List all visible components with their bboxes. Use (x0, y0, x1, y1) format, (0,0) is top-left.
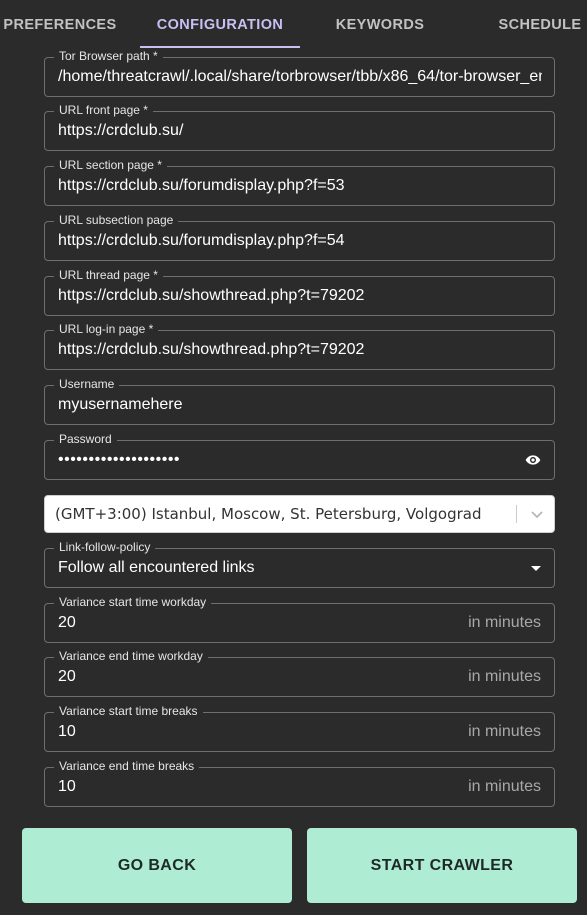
variance-start-workday-unit: in minutes (468, 614, 541, 631)
url-thread-page-input[interactable]: https://crdclub.su/showthread.php?t=7920… (58, 277, 541, 315)
tab-bar: PREFERENCES CONFIGURATION KEYWORDS SCHED… (0, 0, 587, 49)
password-input[interactable]: •••••••••••••••••••• (58, 441, 510, 479)
url-section-page-input[interactable]: https://crdclub.su/forumdisplay.php?f=53 (58, 167, 541, 205)
variance-start-breaks-input[interactable]: 10 (58, 713, 434, 751)
start-crawler-button[interactable]: START CRAWLER (307, 828, 577, 903)
active-tab-indicator (140, 46, 300, 48)
variance-end-workday-unit: in minutes (468, 668, 541, 685)
url-login-page-input[interactable]: https://crdclub.su/showthread.php?t=7920… (58, 331, 541, 369)
eye-icon[interactable] (524, 452, 542, 468)
url-thread-page-field[interactable]: URL thread page * https://crdclub.su/sho… (44, 268, 555, 316)
timezone-separator (516, 505, 517, 523)
username-input[interactable]: myusernamehere (58, 386, 541, 424)
url-login-page-field[interactable]: URL log-in page * https://crdclub.su/sho… (44, 322, 555, 370)
tor-browser-path-field[interactable]: Tor Browser path * /home/threatcrawl/.lo… (44, 49, 555, 97)
variance-start-workday-field[interactable]: Variance start time workday 20 in minute… (44, 595, 555, 643)
caret-down-icon[interactable] (531, 566, 541, 571)
tor-browser-path-input[interactable]: /home/threatcrawl/.local/share/torbrowse… (58, 58, 542, 96)
tab-keywords[interactable]: KEYWORDS (320, 0, 440, 49)
timezone-select[interactable]: (GMT+3:00) Istanbul, Moscow, St. Petersb… (44, 495, 555, 533)
password-field[interactable]: Password •••••••••••••••••••• (44, 432, 555, 480)
go-back-button[interactable]: GO BACK (22, 828, 292, 903)
url-subsection-page-input[interactable]: https://crdclub.su/forumdisplay.php?f=54 (58, 222, 541, 260)
url-front-page-input[interactable]: https://crdclub.su/ (58, 112, 541, 150)
variance-end-breaks-unit: in minutes (468, 778, 541, 795)
chevron-down-icon[interactable] (530, 505, 544, 523)
username-field[interactable]: Username myusernamehere (44, 377, 555, 425)
url-section-page-field[interactable]: URL section page * https://crdclub.su/fo… (44, 158, 555, 206)
variance-end-workday-input[interactable]: 20 (58, 658, 434, 696)
variance-start-breaks-unit: in minutes (468, 723, 541, 740)
url-front-page-field[interactable]: URL front page * https://crdclub.su/ (44, 103, 555, 151)
variance-end-breaks-field[interactable]: Variance end time breaks 10 in minutes (44, 759, 555, 807)
variance-end-breaks-input[interactable]: 10 (58, 768, 434, 806)
link-follow-policy-value: Follow all encountered links (58, 559, 255, 576)
tab-preferences[interactable]: PREFERENCES (0, 0, 120, 49)
variance-end-workday-field[interactable]: Variance end time workday 20 in minutes (44, 649, 555, 697)
timezone-value: (GMT+3:00) Istanbul, Moscow, St. Petersb… (55, 505, 482, 523)
link-follow-policy-select[interactable]: Link-follow-policy Follow all encountere… (44, 540, 555, 588)
variance-start-workday-input[interactable]: 20 (58, 604, 434, 642)
tab-schedule[interactable]: SCHEDULE (490, 0, 587, 49)
variance-start-breaks-field[interactable]: Variance start time breaks 10 in minutes (44, 704, 555, 752)
url-subsection-page-field[interactable]: URL subsection page https://crdclub.su/f… (44, 213, 555, 261)
tab-configuration[interactable]: CONFIGURATION (140, 0, 300, 49)
